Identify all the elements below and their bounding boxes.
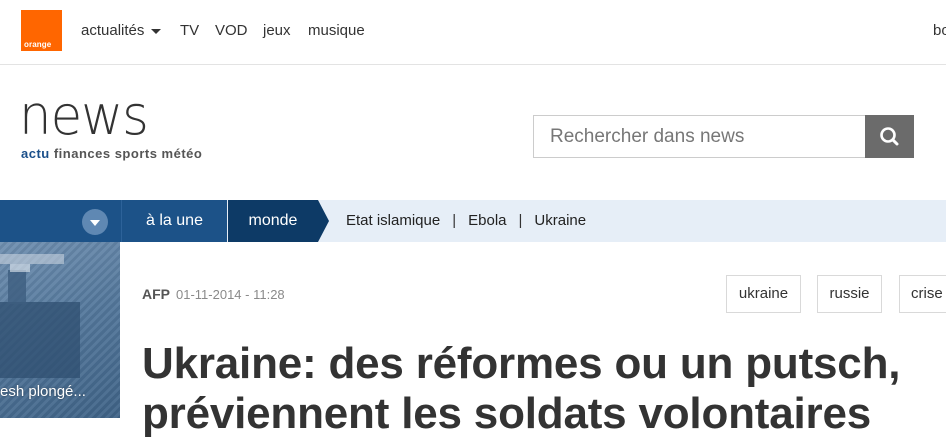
nav-item-vod[interactable]: VOD bbox=[215, 22, 248, 39]
side-teaser[interactable]: esh plongé... bbox=[0, 242, 120, 418]
article-meta: AFP 01-11-2014 - 11:28 bbox=[142, 286, 285, 302]
nav-item-musique[interactable]: musique bbox=[308, 22, 365, 39]
nav-item-jeux[interactable]: jeux bbox=[263, 22, 291, 39]
subnav-rest[interactable]: finances sports météo bbox=[50, 146, 203, 161]
active-tab-arrow bbox=[318, 200, 329, 242]
teaser-caption: esh plongé... bbox=[0, 383, 86, 400]
chevron-down-icon[interactable] bbox=[82, 209, 108, 235]
topic-link-etat-islamique[interactable]: Etat islamique bbox=[346, 212, 440, 229]
nav-item-label: actualités bbox=[81, 22, 145, 39]
topic-link-ukraine[interactable]: Ukraine bbox=[534, 212, 586, 229]
top-bar: orange actualités TV VOD jeux musique bo bbox=[0, 0, 946, 65]
caret-down-icon bbox=[151, 28, 162, 34]
orange-logo[interactable]: orange bbox=[21, 10, 62, 51]
article-headline-line-2: préviennent les soldats volontaires bbox=[142, 389, 872, 438]
section-menu-block bbox=[0, 200, 121, 242]
tab-a-la-une[interactable]: à la une bbox=[121, 200, 227, 242]
nav-item-tv[interactable]: TV bbox=[180, 22, 199, 39]
search-icon bbox=[880, 127, 899, 146]
search-button[interactable] bbox=[865, 115, 914, 158]
search-form bbox=[533, 115, 914, 158]
topic-links: Etat islamique | Ebola | Ukraine bbox=[346, 200, 586, 242]
subnav-actu[interactable]: actu bbox=[21, 146, 50, 161]
separator: | bbox=[452, 212, 457, 229]
teaser-gap bbox=[0, 418, 120, 445]
section-nav: à la une monde Etat islamique | Ebola | Ukra… bbox=[0, 200, 946, 242]
article-source: AFP bbox=[142, 286, 170, 302]
article-date: 01-11-2014 - 11:28 bbox=[176, 287, 285, 302]
separator: | bbox=[518, 212, 523, 229]
nav-item-actualites[interactable]: actualités bbox=[81, 22, 162, 39]
search-input[interactable] bbox=[533, 115, 865, 158]
brand-subnav: actu finances sports météo bbox=[21, 146, 202, 161]
article-headline-line-1: Ukraine: des réformes ou un putsch, bbox=[142, 339, 901, 388]
topic-link-ebola[interactable]: Ebola bbox=[468, 212, 506, 229]
news-logo[interactable]: news bbox=[19, 89, 149, 143]
tag-ukraine[interactable]: ukraine bbox=[726, 275, 801, 313]
logo-text: orange bbox=[24, 40, 52, 49]
top-right-link[interactable]: bo bbox=[933, 22, 946, 39]
tab-monde[interactable]: monde bbox=[228, 200, 318, 242]
tag-russie[interactable]: russie bbox=[817, 275, 882, 313]
tag-crise[interactable]: crise bbox=[899, 275, 946, 313]
